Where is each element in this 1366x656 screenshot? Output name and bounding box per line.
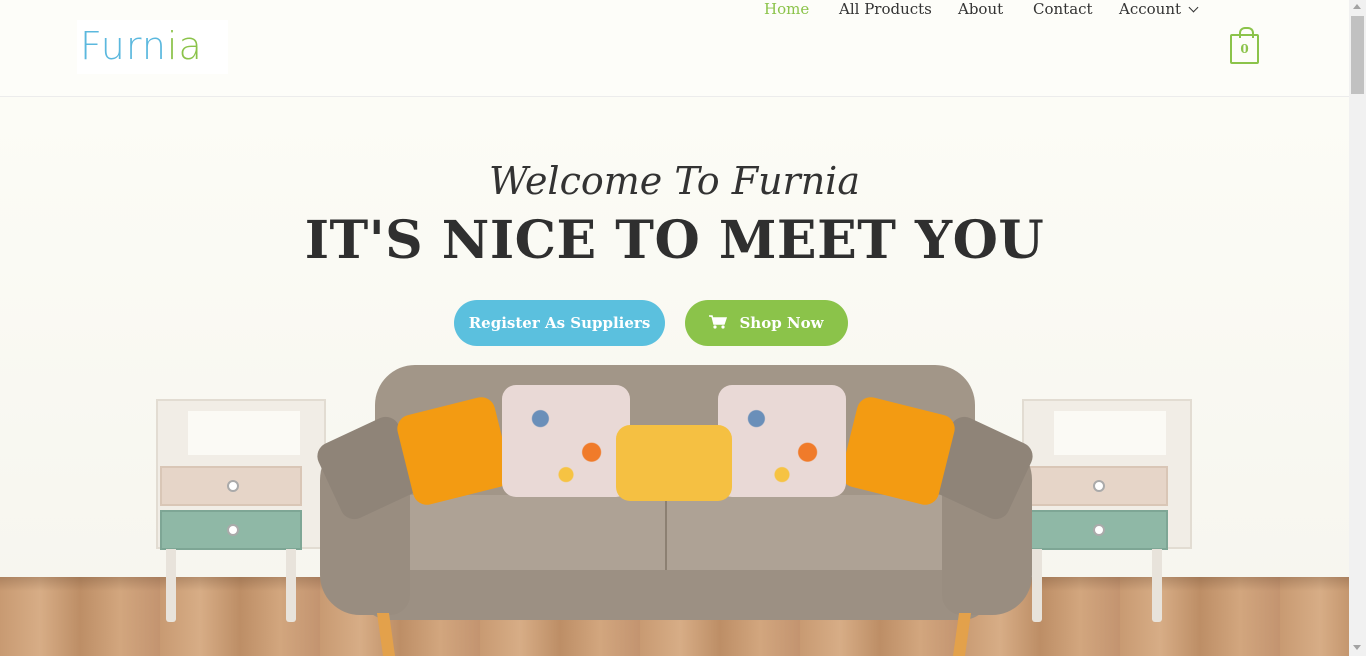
shop-button-label: Shop Now [739, 314, 824, 332]
nav-account-label: Account [1119, 0, 1182, 18]
nav-home[interactable]: Home [764, 0, 809, 18]
register-suppliers-button[interactable]: Register As Suppliers [454, 300, 665, 346]
nav-about[interactable]: About [958, 0, 1003, 18]
nav-account[interactable]: Account [1119, 0, 1199, 18]
hero-headline: IT'S NICE TO MEET YOU [304, 210, 1045, 271]
site-header: Furnia Home All Products About Contact A… [0, 0, 1349, 97]
shopping-bag-icon[interactable]: 0 [1230, 27, 1259, 64]
logo-text: Furnia [80, 24, 203, 68]
register-button-label: Register As Suppliers [468, 314, 651, 332]
nav-all-products[interactable]: All Products [839, 0, 932, 18]
shopping-cart-icon [709, 315, 728, 329]
sofa-image [312, 365, 1038, 656]
nav-contact[interactable]: Contact [1033, 0, 1093, 18]
scroll-down-arrow-icon[interactable] [1353, 645, 1361, 650]
page-scrollbar[interactable] [1349, 0, 1366, 656]
hero-welcome-text: Welcome To Furnia [488, 159, 860, 203]
cart-count-badge: 0 [1240, 42, 1249, 56]
scroll-thumb[interactable] [1351, 16, 1364, 94]
scroll-up-arrow-icon[interactable] [1353, 4, 1361, 9]
hero-section: Welcome To Furnia IT'S NICE TO MEET YOU … [0, 97, 1349, 656]
chevron-down-icon [1188, 2, 1199, 13]
shop-now-button[interactable]: Shop Now [685, 300, 848, 346]
site-logo[interactable]: Furnia [77, 20, 228, 74]
